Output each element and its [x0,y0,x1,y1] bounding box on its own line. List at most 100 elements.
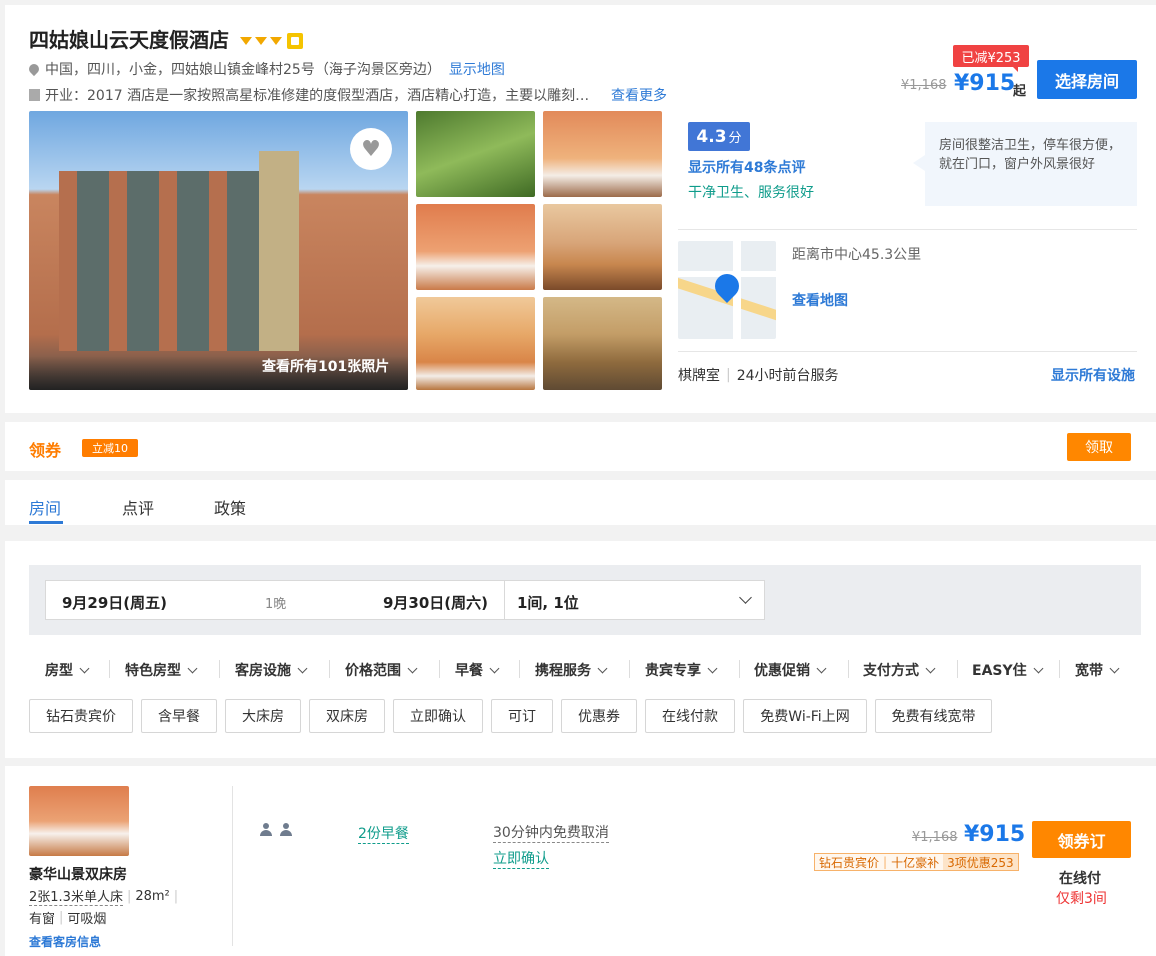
facility-item: 棋牌室 [678,368,720,384]
all-reviews-link[interactable]: 显示所有48条点评 [688,157,805,177]
divider [678,229,1137,230]
lowest-price: ¥915 [954,71,1016,96]
date-picker[interactable]: 9月29日(周五) 1晚 9月30日(周六) [45,580,505,620]
instant-confirm[interactable]: 立即确认 [493,848,549,869]
room-name[interactable]: 豪华山景双床房 [29,864,127,884]
show-map-link[interactable]: 显示地图 [449,59,505,79]
filter-breakfast[interactable]: 早餐 [455,660,500,680]
tag-diamond-vip-price[interactable]: 钻石贵宾价 [29,699,133,733]
room-area: 28m² [135,888,170,904]
payment-type: 在线付 [1059,871,1101,887]
location-pin-icon [26,61,42,77]
bed-type: 2张1.3米单人床 [29,886,123,906]
chevron-down-icon [407,663,418,673]
chevron-down-icon [816,663,827,673]
facilities-row: 棋牌室 | 24小时前台服务 [678,365,839,385]
distance-text: 距离市中心45.3公里 [792,247,922,263]
tag-coupon[interactable]: 优惠券 [561,699,637,733]
filter-easy-stay[interactable]: EASY住 [972,660,1044,680]
room-original-price: ¥1,168 [912,830,958,845]
separator [109,660,110,678]
tag-online-payment[interactable]: 在线付款 [645,699,735,733]
filter-vip[interactable]: 贵宾专享 [645,660,718,680]
room-photo[interactable] [29,786,129,856]
person-icon [280,823,292,836]
divider [232,786,233,946]
room-info-link[interactable]: 查看客房信息 [29,933,101,950]
tag-king-bed[interactable]: 大床房 [225,699,301,733]
select-room-button[interactable]: 选择房间 [1037,60,1137,99]
thumbs-up-icon [287,33,303,49]
filter-room-type[interactable]: 房型 [45,660,90,680]
view-all-photos-link[interactable]: 查看所有101张照片 [262,356,389,376]
promo-subsidy: 十亿豪补 [891,855,940,870]
person-icon [260,823,272,836]
tab-bar [5,480,1156,525]
tab-policy[interactable]: 政策 [214,495,246,519]
tag-breakfast-included[interactable]: 含早餐 [141,699,217,733]
tag-free-wifi[interactable]: 免费Wi-Fi上网 [743,699,867,733]
checkin-date[interactable]: 9月29日(周五) [62,592,167,613]
thumb-photo[interactable] [543,297,662,390]
chevron-down-icon [79,663,90,673]
thumb-photo[interactable] [543,204,662,290]
guests-selector[interactable]: 1间, 1位 [504,580,765,620]
chevron-down-icon [187,663,198,673]
facade-windows [59,171,259,351]
separator [629,660,630,678]
cancel-policy[interactable]: 30分钟内免费取消 [493,822,609,843]
tab-reviews[interactable]: 点评 [122,495,154,519]
filter-price-range[interactable]: 价格范围 [345,660,418,680]
filter-promotions[interactable]: 优惠促销 [754,660,827,680]
promo-total: 3项优惠253 [943,854,1018,870]
original-price: ¥1,168 [901,78,947,93]
map-thumbnail[interactable] [678,241,776,339]
book-with-coupon-button[interactable]: 领券订 [1032,821,1131,858]
diamond-icon [240,37,252,45]
discount-badge: 已减¥253 [953,45,1029,67]
separator: | [726,367,731,383]
checkout-date[interactable]: 9月30日(周六) [383,592,488,613]
thumb-photo[interactable] [416,204,535,290]
tag-twin-bed[interactable]: 双床房 [309,699,385,733]
hotel-address: 中国，四川，小金，四姑娘山镇金峰村25号（海子沟景区旁边） [45,62,441,78]
view-more-link[interactable]: 查看更多 [611,85,667,105]
favorite-heart-button[interactable]: ♥ [350,128,392,170]
separator [957,660,958,678]
filter-payment[interactable]: 支付方式 [863,660,936,680]
room-specs-2: 有窗 | 可吸烟 [29,910,107,927]
filter-room-facilities[interactable]: 客房设施 [235,660,308,680]
claim-coupon-button[interactable]: 领取 [1067,433,1131,461]
chevron-down-icon [707,663,718,673]
review-quote-box: 房间很整洁卫生，停车很方便，就在门口，窗户外风景很好 [925,122,1137,206]
filter-ctrip-service[interactable]: 携程服务 [535,660,608,680]
separator [739,660,740,678]
separator [219,660,220,678]
view-map-link[interactable]: 查看地图 [792,290,848,310]
window-info: 有窗 [29,912,56,927]
facility-item: 24小时前台服务 [736,368,839,384]
thumb-photo[interactable] [543,111,662,197]
quote-pointer [913,155,925,171]
filter-featured-room[interactable]: 特色房型 [125,660,198,680]
promo-diamond-vip: 钻石贵宾价 [819,855,880,870]
chevron-down-icon [297,663,308,673]
review-tags: 干净卫生、服务很好 [688,185,814,201]
main-hotel-photo[interactable]: ♥ 查看所有101张照片 [29,111,408,390]
breakfast-info[interactable]: 2份早餐 [358,823,409,844]
separator [1059,660,1060,678]
tag-free-wired-broadband[interactable]: 免费有线宽带 [875,699,992,733]
hotel-name: 四姑娘山云天度假酒店 [29,28,229,52]
coupon-label: 领券 [29,441,62,460]
thumb-photo[interactable] [416,297,535,390]
tab-rooms[interactable]: 房间 [29,495,61,519]
filter-broadband[interactable]: 宽带 [1075,660,1120,680]
tag-instant-confirm[interactable]: 立即确认 [393,699,483,733]
thumb-photo[interactable] [416,111,535,197]
show-all-facilities-link[interactable]: 显示所有设施 [1051,365,1135,385]
tag-bookable[interactable]: 可订 [491,699,553,733]
active-tab-indicator [29,521,63,524]
divider [678,351,1137,352]
heart-icon: ♥ [361,136,381,162]
promo-tags[interactable]: 钻石贵宾价 | 十亿豪补 3项优惠253 [814,853,1019,871]
